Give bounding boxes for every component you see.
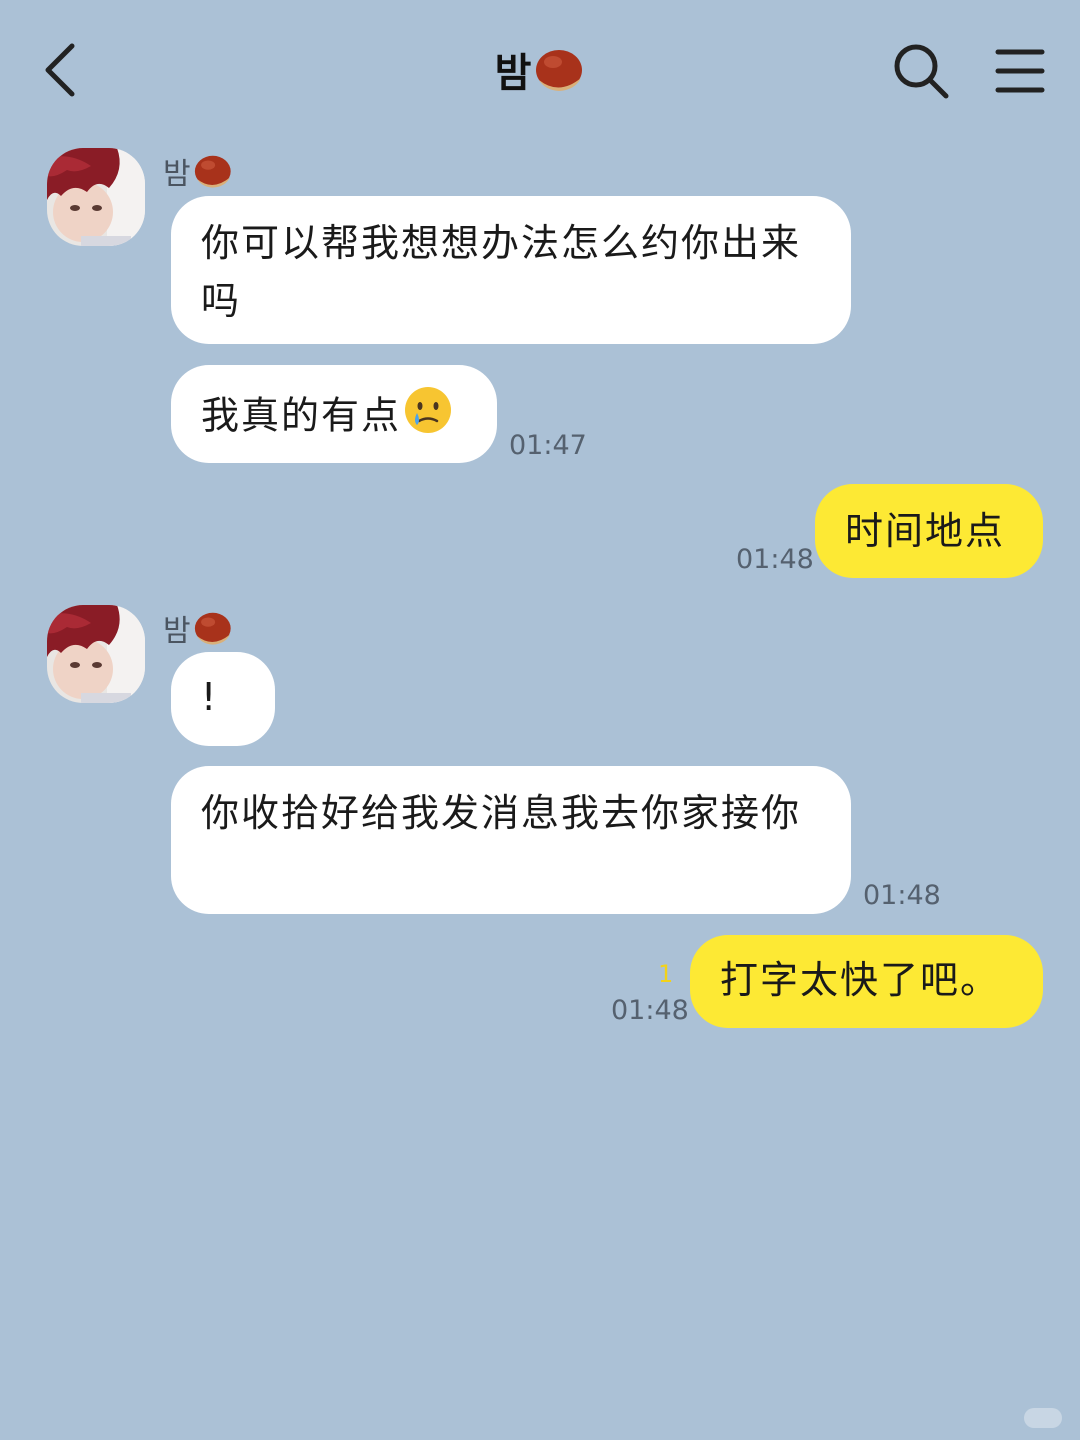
search-icon [894, 44, 949, 99]
chestnut-icon [531, 40, 585, 111]
sender-name: 밤 [163, 148, 233, 192]
sender-name-text: 밤 [163, 157, 191, 192]
message-bubble-received[interactable]: ! [171, 652, 275, 746]
avatar[interactable] [47, 605, 145, 703]
hamburger-menu-icon [995, 49, 1045, 93]
message-text: 你可以帮我想想办法怎么约你出来吗 [201, 221, 802, 323]
message-text: 你收拾好给我发消息我去你家接你 [201, 791, 802, 835]
sender-name: 밤 [163, 605, 233, 649]
message-bubble-sent[interactable]: 打字太快了吧。 [690, 935, 1043, 1028]
message-bubble-received[interactable]: 你收拾好给我发消息我去你家接你 [171, 766, 851, 914]
message-text: 时间地点 [845, 509, 1006, 553]
sender-name-text: 밤 [163, 614, 191, 649]
message-timestamp: 01:48 [736, 544, 814, 575]
message-timestamp: 01:47 [509, 430, 587, 461]
message-text: 打字太快了吧。 [720, 958, 1001, 1002]
menu-button[interactable] [990, 40, 1050, 102]
message-timestamp: 01:48 [611, 995, 689, 1026]
message-bubble-received[interactable]: 你可以帮我想想办法怎么约你出来吗 [171, 196, 851, 344]
watermark [1024, 1408, 1062, 1428]
message-text: 我真的有点 [201, 393, 402, 438]
avatar[interactable] [47, 148, 145, 246]
message-timestamp: 01:48 [863, 880, 941, 911]
chestnut-icon [191, 148, 233, 203]
chat-header: 밤 [0, 0, 1080, 140]
chat-title-text: 밤 [494, 50, 532, 97]
unread-counter: 1 [658, 960, 674, 988]
search-button[interactable] [890, 40, 952, 102]
message-bubble-received[interactable]: 我真的有点 [171, 365, 497, 463]
message-text: ! [201, 675, 219, 719]
crying-face-icon [403, 385, 453, 451]
message-bubble-sent[interactable]: 时间地点 [815, 484, 1043, 578]
